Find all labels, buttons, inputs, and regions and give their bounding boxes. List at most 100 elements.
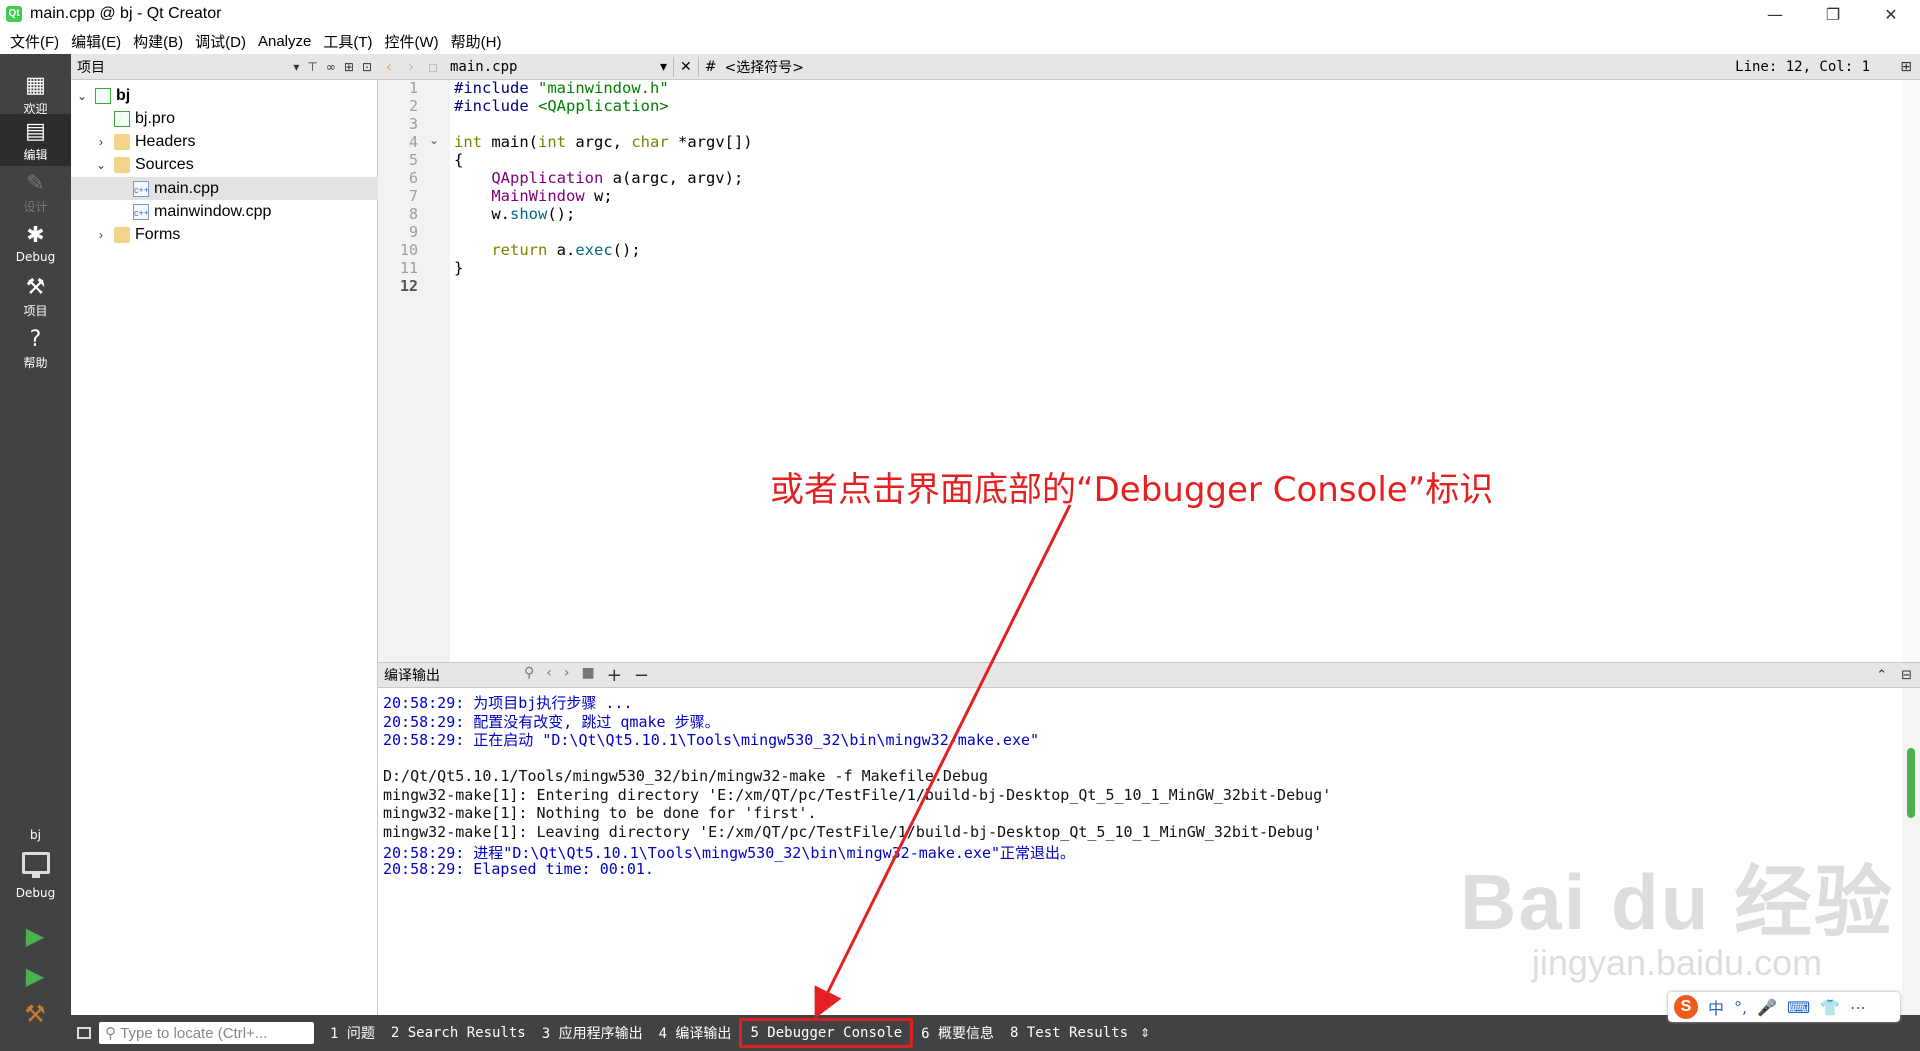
line-number: 10 xyxy=(399,241,418,259)
menu-bar: 文件(F) 编辑(E) 构建(B) 调试(D) Analyze 工具(T) 控件… xyxy=(0,28,1920,54)
code-line[interactable]: MainWindow w; xyxy=(454,187,612,205)
tree-item[interactable]: › Forms xyxy=(71,224,378,247)
skin-icon[interactable]: 👕 xyxy=(1820,998,1840,1017)
locator-input[interactable]: ⚲ Type to locate (Ctrl+... xyxy=(99,1022,314,1044)
hammer-icon: ⚒ xyxy=(24,1000,46,1028)
editor-scrollbar[interactable] xyxy=(1902,80,1920,662)
forward-icon[interactable]: › xyxy=(400,57,422,76)
tree-item-label: bj xyxy=(116,86,131,104)
output-pane-toolbar: 编译输出 ⚲ ‹ › ■ + − ⌃ ⊟ xyxy=(378,662,1920,688)
prev-icon[interactable]: ‹ xyxy=(546,665,552,686)
search-icon: ⚲ xyxy=(105,1025,121,1042)
editor-toolbar: ‹ › ▫ main.cpp ▾ ✕ # <选择符号> Line: 12, Co… xyxy=(378,54,1920,80)
expand-arrow-icon[interactable]: › xyxy=(94,228,108,242)
code-line[interactable]: { xyxy=(454,151,463,169)
code-line[interactable]: #include "mainwindow.h" xyxy=(454,79,669,97)
run-button[interactable]: ▶ xyxy=(22,922,48,952)
menu-file[interactable]: 文件(F) xyxy=(4,31,65,52)
mode-help[interactable]: ? 帮助 xyxy=(0,322,71,374)
code-line[interactable]: return a.exec(); xyxy=(454,241,640,259)
stop-icon[interactable]: ■ xyxy=(581,665,594,686)
mode-design[interactable]: ✎ 设计 xyxy=(0,166,71,218)
cursor-position[interactable]: Line: 12, Col: 1 xyxy=(1735,59,1870,75)
close-output-icon[interactable]: ⊟ xyxy=(1901,668,1912,683)
code-line[interactable]: } xyxy=(454,259,463,277)
tree-item[interactable]: ⌄ Sources xyxy=(71,154,378,177)
mode-projects[interactable]: ⚒ 项目 xyxy=(0,270,71,322)
mode-welcome[interactable]: ▦ 欢迎 xyxy=(0,68,71,120)
tree-item[interactable]: ⌄ bj xyxy=(71,84,378,107)
close-pane-icon[interactable]: ⊡ xyxy=(362,60,372,74)
menu-edit[interactable]: 编辑(E) xyxy=(65,31,127,52)
baidu-watermark: Bai du 经验 jingyan.baidu.com xyxy=(1460,840,1894,984)
tree-item[interactable]: c++ mainwindow.cpp xyxy=(71,201,378,224)
tree-item[interactable]: c++ main.cpp xyxy=(71,177,378,201)
code-line[interactable]: w.show(); xyxy=(454,205,575,223)
split-icon[interactable]: ⊞ xyxy=(344,60,354,74)
mode-debug[interactable]: ✱ Debug xyxy=(0,218,71,270)
code-line[interactable]: int main(int argc, char *argv[]) xyxy=(454,133,753,151)
build-button[interactable]: ⚒ xyxy=(22,1000,48,1030)
next-icon[interactable]: › xyxy=(564,665,570,686)
scroll-thumb[interactable] xyxy=(1907,748,1915,818)
menu-tools[interactable]: 工具(T) xyxy=(317,31,378,52)
expand-arrow-icon[interactable]: ⌄ xyxy=(94,158,108,172)
sogou-logo-icon: S xyxy=(1674,995,1698,1019)
ime-punctuation[interactable]: °, xyxy=(1734,998,1747,1017)
back-icon[interactable]: ‹ xyxy=(378,57,400,76)
output-scrollbar[interactable] xyxy=(1902,688,1920,1015)
keyboard-icon[interactable]: ⌨ xyxy=(1787,998,1810,1017)
minimize-button[interactable]: — xyxy=(1746,0,1804,28)
code-editor[interactable]: #include "mainwindow.h" #include <QApplic… xyxy=(450,79,1902,662)
code-line[interactable]: QApplication a(argc, argv); xyxy=(454,169,743,187)
ime-toolbar[interactable]: S 中 °, 🎤 ⌨ 👕 ⋯ xyxy=(1668,992,1900,1022)
code-line[interactable]: #include <QApplication> xyxy=(454,97,669,115)
zoom-out-icon[interactable]: − xyxy=(634,665,649,686)
line-number: 1 xyxy=(408,79,418,97)
tree-item[interactable]: bj.pro xyxy=(71,107,378,130)
restore-button[interactable]: ❐ xyxy=(1804,0,1862,28)
output-tab[interactable]: 3 应用程序输出 xyxy=(534,1018,651,1048)
menu-debug[interactable]: 调试(D) xyxy=(189,31,252,52)
filter-icon[interactable]: ⊤ xyxy=(307,60,317,74)
ime-more-icon[interactable]: ⋯ xyxy=(1850,998,1866,1017)
toggle-sidebar-icon[interactable] xyxy=(77,1027,91,1039)
fold-marker-icon[interactable]: ⌄ xyxy=(429,133,439,147)
close-button[interactable]: ✕ xyxy=(1862,0,1920,28)
tree-item[interactable]: › Headers xyxy=(71,131,378,154)
link-icon[interactable]: ∞ xyxy=(326,60,336,74)
edit-icon: ▤ xyxy=(25,119,46,144)
menu-build[interactable]: 构建(B) xyxy=(127,31,189,52)
ime-chinese-mode[interactable]: 中 xyxy=(1708,995,1724,1019)
line-number-gutter: 1 2 3 4 5 6 7 8 9 10 11 12 ⌄ xyxy=(378,79,450,662)
line-number: 5 xyxy=(408,151,418,169)
mode-edit[interactable]: ▤ 编辑 xyxy=(0,114,71,166)
menu-widgets[interactable]: 控件(W) xyxy=(379,31,445,52)
project-pane-title[interactable]: 项目 xyxy=(77,57,105,77)
expand-arrow-icon[interactable]: ⌄ xyxy=(75,89,89,103)
maximize-pane-icon[interactable]: ⌃ xyxy=(1876,668,1887,683)
filter-output-icon[interactable]: ⚲ xyxy=(524,665,534,686)
wrench-icon: ⚒ xyxy=(25,275,46,300)
editor-file-name[interactable]: main.cpp xyxy=(450,59,660,75)
output-tab[interactable]: 2 Search Results xyxy=(383,1018,534,1048)
menu-help[interactable]: 帮助(H) xyxy=(445,31,508,52)
monitor-icon[interactable] xyxy=(22,852,50,878)
debug-run-button[interactable]: ▶ xyxy=(22,962,48,992)
output-tab[interactable]: 8 Test Results xyxy=(1002,1018,1136,1048)
expand-arrow-icon[interactable]: › xyxy=(94,135,108,149)
symbol-selector[interactable]: <选择符号> xyxy=(725,57,804,77)
dropdown-icon[interactable]: ▾ xyxy=(293,60,299,74)
output-tab[interactable]: 1 问题 xyxy=(322,1018,383,1048)
microphone-icon[interactable]: 🎤 xyxy=(1757,998,1777,1017)
tree-item-label: main.cpp xyxy=(154,179,219,197)
close-file-icon[interactable]: ✕ xyxy=(680,59,692,75)
output-tab[interactable]: 6 概要信息 xyxy=(913,1018,1002,1048)
output-tab[interactable]: 4 编译输出 xyxy=(651,1018,740,1048)
file-dropdown-icon[interactable]: ▾ xyxy=(660,59,667,75)
more-tabs-icon[interactable]: ⇕ xyxy=(1140,1026,1150,1040)
zoom-in-icon[interactable]: + xyxy=(607,665,622,686)
output-tab[interactable]: 5 Debugger Console xyxy=(739,1018,914,1048)
menu-analyze[interactable]: Analyze xyxy=(252,33,317,50)
split-editor-icon[interactable]: ⊞ xyxy=(1900,59,1912,75)
